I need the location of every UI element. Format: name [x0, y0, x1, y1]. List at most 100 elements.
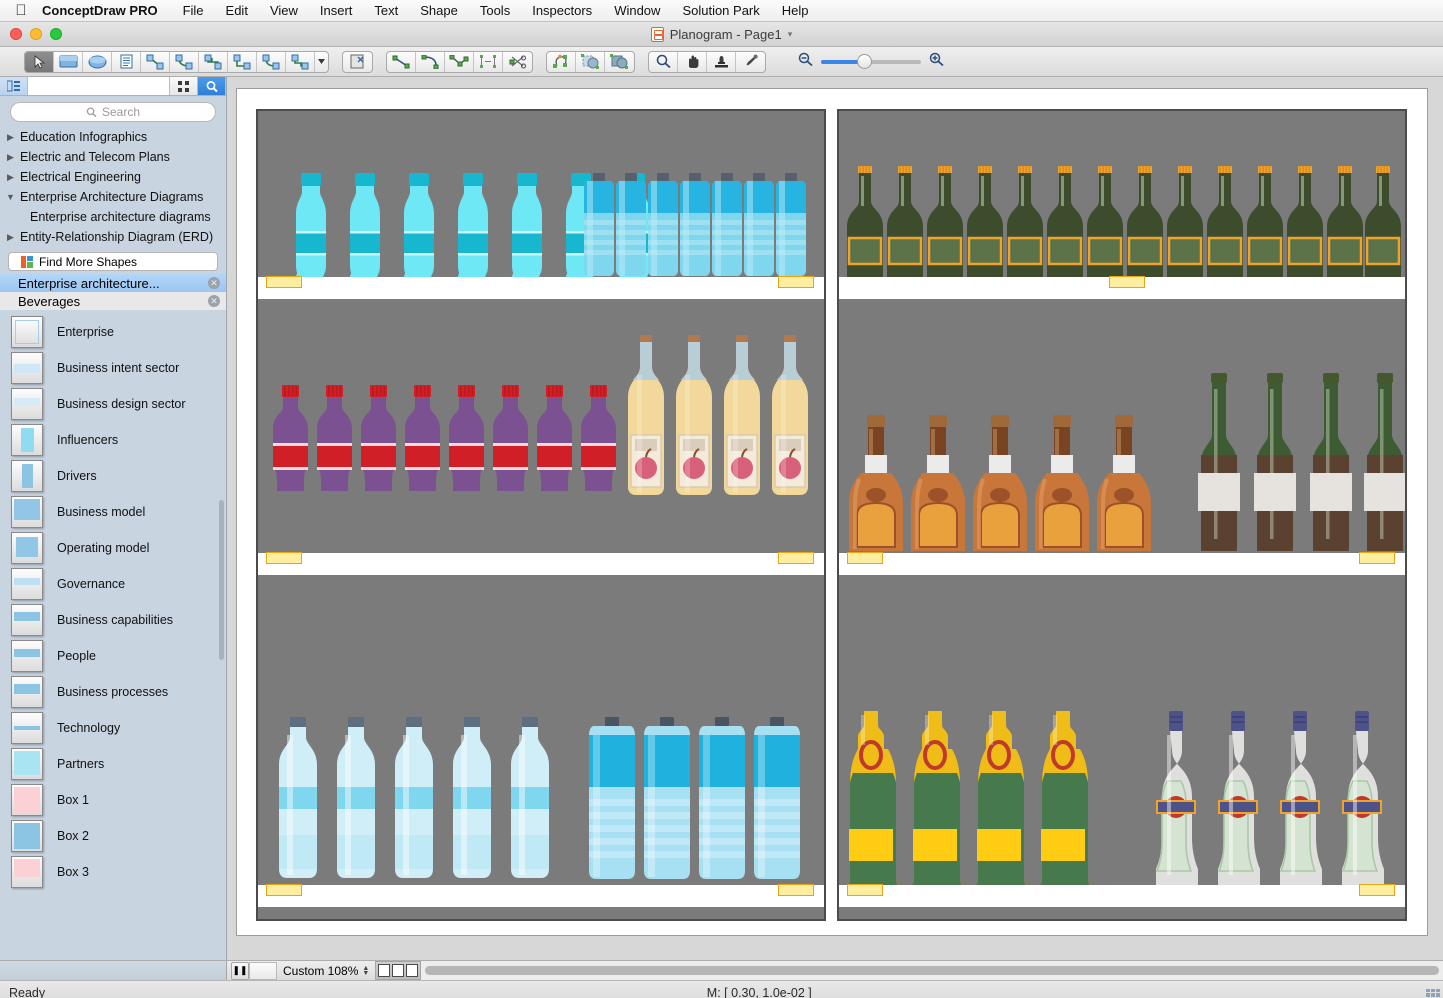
connector-dropdown-button[interactable] — [315, 52, 328, 72]
tree-item-electrical-engineering[interactable]: ▶ Electrical Engineering — [0, 167, 226, 187]
grid-view-icon[interactable] — [170, 77, 198, 95]
menu-app-name[interactable]: ConceptDraw PRO — [34, 0, 172, 22]
pointer-tool-button[interactable] — [25, 51, 54, 72]
multi-page-view-icon[interactable] — [406, 964, 419, 977]
right-angle-connector-tool-button[interactable] — [228, 51, 257, 72]
sidebar-filter-field[interactable] — [28, 77, 170, 95]
shape-item-governance[interactable]: Governance — [0, 566, 226, 602]
menu-file[interactable]: File — [172, 0, 215, 22]
smart-connector-tool-button[interactable] — [257, 51, 286, 72]
menu-shape[interactable]: Shape — [409, 0, 469, 22]
document-page[interactable] — [236, 88, 1428, 936]
search-input[interactable]: Search — [10, 102, 216, 122]
chevron-down-icon[interactable]: ▾ — [788, 29, 793, 40]
union-shapes-tool-button[interactable] — [605, 52, 634, 72]
shape-item-business-capabilities[interactable]: Business capabilities — [0, 602, 226, 638]
line-tool-button[interactable] — [387, 51, 416, 72]
shape-item-partners[interactable]: Partners — [0, 746, 226, 782]
tree-item-electric-telecom-plans[interactable]: ▶ Electric and Telecom Plans — [0, 147, 226, 167]
shape-item-technology[interactable]: Technology — [0, 710, 226, 746]
right-cooler-fixture[interactable] — [837, 109, 1407, 921]
price-tag[interactable] — [847, 552, 883, 564]
trim-scissors-tool-button[interactable] — [503, 52, 532, 72]
stamp-tool-button[interactable] — [707, 51, 736, 72]
menu-view[interactable]: View — [259, 0, 309, 22]
distribute-tool-button[interactable] — [474, 51, 503, 72]
price-tag[interactable] — [1109, 276, 1145, 288]
shape-item-box-3[interactable]: Box 3 — [0, 854, 226, 890]
search-icon[interactable] — [198, 77, 226, 95]
shape-item-business-intent-sector[interactable]: Business intent sector — [0, 350, 226, 386]
shape-item-drivers[interactable]: Drivers — [0, 458, 226, 494]
menu-tools[interactable]: Tools — [469, 0, 521, 22]
price-tag[interactable] — [778, 552, 814, 564]
horizontal-scrollbar[interactable] — [421, 960, 1443, 981]
menu-window[interactable]: Window — [603, 0, 671, 22]
ellipse-tool-button[interactable] — [83, 51, 112, 72]
close-icon[interactable]: ✕ — [208, 277, 220, 289]
zoom-level-select[interactable]: Custom 108% ▲ ▼ — [277, 964, 375, 978]
maximize-button[interactable] — [50, 28, 62, 40]
canvas-area[interactable] — [227, 77, 1443, 960]
stencil-beverages[interactable]: Beverages ✕ — [0, 292, 226, 310]
shape-item-business-model[interactable]: Business model — [0, 494, 226, 530]
insert-image-tool-button[interactable] — [343, 52, 372, 72]
chevron-right-icon[interactable]: ▶ — [5, 132, 16, 143]
menu-edit[interactable]: Edit — [215, 0, 259, 22]
tree-connector-tool-button[interactable] — [199, 51, 228, 72]
window-resize-grip[interactable] — [1426, 989, 1440, 998]
polyline-tool-button[interactable] — [445, 51, 474, 72]
arc-tool-button[interactable] — [416, 51, 445, 72]
price-tag[interactable] — [1359, 884, 1395, 896]
shape-item-box-2[interactable]: Box 2 — [0, 818, 226, 854]
apple-logo-icon[interactable]:  — [8, 3, 34, 18]
zoom-out-icon[interactable] — [797, 52, 814, 72]
sidebar-scrollbar[interactable] — [219, 500, 224, 660]
hand-pan-tool-button[interactable] — [678, 51, 707, 72]
stepper-updown-icon[interactable]: ▲ ▼ — [362, 965, 369, 977]
close-button[interactable] — [10, 28, 22, 40]
shape-item-people[interactable]: People — [0, 638, 226, 674]
subtract-shapes-tool-button[interactable] — [576, 51, 605, 72]
close-icon[interactable]: ✕ — [208, 295, 220, 307]
zoom-slider[interactable] — [821, 53, 921, 69]
curved-connector-tool-button[interactable] — [170, 51, 199, 72]
text-block-tool-button[interactable] — [112, 51, 141, 72]
two-page-view-icon[interactable] — [392, 964, 405, 977]
price-tag[interactable] — [266, 552, 302, 564]
tree-item-education-infographics[interactable]: ▶ Education Infographics — [0, 127, 226, 147]
magnifier-zoom-tool-button[interactable] — [649, 51, 678, 72]
chevron-right-icon[interactable]: ▶ — [5, 232, 16, 243]
price-tag[interactable] — [266, 276, 302, 288]
chevron-down-icon[interactable]: ▼ — [5, 192, 16, 202]
shape-item-business-processes[interactable]: Business processes — [0, 674, 226, 710]
find-more-shapes-button[interactable]: Find More Shapes — [8, 252, 218, 271]
tree-item-enterprise-architecture-diagrams[interactable]: ▼ Enterprise Architecture Diagrams — [0, 187, 226, 207]
minimize-button[interactable] — [30, 28, 42, 40]
price-tag[interactable] — [778, 884, 814, 896]
shape-item-enterprise[interactable]: Enterprise — [0, 314, 226, 350]
chevron-right-icon[interactable]: ▶ — [5, 152, 16, 163]
shape-item-box-1[interactable]: Box 1 — [0, 782, 226, 818]
tree-item-entity-relationship-diagram[interactable]: ▶ Entity-Relationship Diagram (ERD) — [0, 227, 226, 247]
status-blank-button[interactable] — [249, 961, 277, 980]
multi-connector-tool-button[interactable] — [286, 51, 315, 72]
menu-text[interactable]: Text — [363, 0, 409, 22]
zoom-slider-knob[interactable] — [857, 53, 872, 69]
menu-help[interactable]: Help — [771, 0, 820, 22]
rectangle-tool-button[interactable] — [54, 51, 83, 72]
tree-subitem-enterprise-architecture-diagrams[interactable]: Enterprise architecture diagrams — [0, 207, 226, 227]
shape-item-influencers[interactable]: Influencers — [0, 422, 226, 458]
price-tag[interactable] — [847, 884, 883, 896]
pause-icon[interactable]: ❚❚ — [231, 961, 249, 980]
left-cooler-fixture[interactable] — [256, 109, 826, 921]
reshape-tool-button[interactable] — [547, 51, 576, 72]
shape-item-operating-model[interactable]: Operating model — [0, 530, 226, 566]
zoom-in-icon[interactable] — [928, 52, 945, 72]
price-tag[interactable] — [1359, 552, 1395, 564]
tree-view-icon[interactable] — [0, 77, 28, 95]
eyedropper-tool-button[interactable] — [736, 52, 765, 72]
menu-solution-park[interactable]: Solution Park — [671, 0, 770, 22]
menu-insert[interactable]: Insert — [309, 0, 364, 22]
single-page-view-icon[interactable] — [378, 964, 391, 977]
